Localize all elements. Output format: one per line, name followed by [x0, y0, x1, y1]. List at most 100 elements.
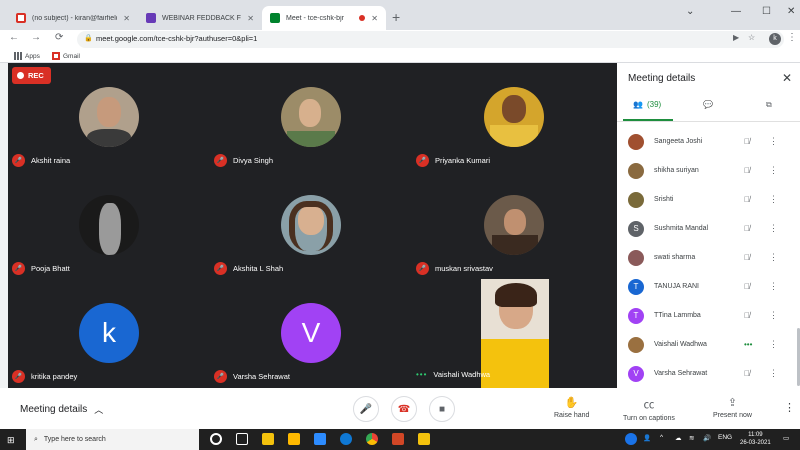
menu-icon[interactable]: ⋮ [787, 32, 797, 43]
powerpoint-icon[interactable] [392, 433, 404, 445]
user-icon[interactable]: 👤 [643, 434, 651, 442]
more-options-icon[interactable]: ⋮ [769, 165, 778, 176]
more-options-icon[interactable]: ⋮ [769, 194, 778, 205]
tab-activities[interactable]: ⧉ [766, 100, 772, 110]
participant-video [481, 279, 549, 388]
list-item[interactable]: Srishti 🎙̸ ⋮ [617, 185, 800, 214]
tab-chat[interactable]: 💬 [703, 100, 713, 109]
url-text[interactable]: meet.google.com/tce-cshk-bjr?authuser=0&… [96, 34, 257, 43]
lock-icon: 🔒 [84, 35, 93, 42]
tab-label: WEBINAR FEDDBACK FORM (26/ [162, 14, 241, 22]
list-item[interactable]: T TANUJA RANI 🎙̸ ⋮ [617, 272, 800, 301]
bookmark-apps[interactable]: Apps [14, 52, 40, 60]
divider [617, 121, 800, 122]
mic-off-icon: 🎤 [214, 154, 227, 167]
mic-off-icon: 🎙̸ [744, 224, 750, 233]
close-icon[interactable]: ✕ [247, 14, 254, 23]
more-options-icon[interactable]: ⋮ [769, 281, 778, 292]
participant-list: Sangeeta Joshi 🎙̸ ⋮ shikha suriyan 🎙̸ ⋮ … [617, 127, 800, 388]
chevron-up-icon[interactable]: ^ [660, 434, 663, 441]
clock-time: 11:09 [748, 432, 763, 438]
address-bar[interactable]: 🔒 meet.google.com/tce-cshk-bjr?authuser=… [77, 31, 784, 48]
avatar [628, 191, 644, 208]
avatar [281, 195, 341, 255]
tab-people[interactable]: 👥 (39) [633, 100, 661, 109]
close-icon[interactable]: ✕ [371, 14, 378, 23]
leave-call-button[interactable]: ☎ [391, 396, 417, 422]
mic-off-icon: 🎤 [12, 370, 25, 383]
more-options-icon[interactable]: ⋮ [769, 339, 778, 350]
captions-button[interactable]: ㏄ Turn on captions [623, 396, 675, 422]
sticky-notes-icon[interactable] [418, 433, 430, 445]
microphone-button[interactable]: 🎤 [353, 396, 379, 422]
more-options-icon[interactable]: ⋮ [769, 310, 778, 321]
list-item[interactable]: shikha suriyan 🎙̸ ⋮ [617, 156, 800, 185]
forward-icon[interactable]: → [31, 32, 41, 43]
profile-dropdown-icon[interactable]: ⌄ [686, 6, 694, 17]
more-options-icon[interactable]: ⋮ [769, 368, 778, 379]
list-item[interactable]: T TTina Lammba 🎙̸ ⋮ [617, 301, 800, 330]
avatar [628, 133, 644, 150]
maximize-button[interactable]: ☐ [762, 6, 771, 17]
clock[interactable]: 11:09 26-03-2021 [740, 431, 771, 447]
close-icon[interactable]: ✕ [782, 71, 792, 85]
present-icon: ⇪ [727, 397, 738, 409]
help-icon[interactable] [625, 433, 637, 445]
windows-start-icon[interactable]: ⊞ [7, 435, 15, 446]
more-options-icon[interactable]: ⋮ [784, 401, 795, 414]
cloud-icon[interactable]: ☁ [675, 434, 682, 442]
present-now-button[interactable]: ⇪ Present now [713, 396, 752, 419]
language-indicator[interactable]: ENG [718, 434, 732, 441]
participant-name-tag: 🎤 Akshit raina [12, 154, 70, 167]
close-icon[interactable]: ✕ [123, 14, 130, 23]
more-options-icon[interactable]: ⋮ [769, 252, 778, 263]
window-close-button[interactable]: ✕ [787, 6, 795, 17]
participant-name-tag: 🎤 Varsha Sehrawat [214, 370, 290, 383]
file-explorer-icon[interactable] [262, 433, 274, 445]
list-item[interactable]: Sangeeta Joshi 🎙̸ ⋮ [617, 127, 800, 156]
list-item[interactable]: swati sharma 🎙̸ ⋮ [617, 243, 800, 272]
tab-meet[interactable]: Meet - tce-cshk-bjr ✕ [262, 6, 386, 30]
edge-icon[interactable] [340, 433, 352, 445]
zoom-icon[interactable] [314, 433, 326, 445]
camera-button[interactable]: ■ [429, 396, 455, 422]
chrome-icon[interactable] [366, 433, 378, 445]
back-icon[interactable]: ← [9, 32, 19, 43]
store-icon[interactable] [288, 433, 300, 445]
meeting-details-label: Meeting details [20, 404, 88, 415]
speaking-indicator-icon: ••• [744, 340, 753, 349]
participant-name: swati sharma [654, 254, 696, 261]
bookmark-gmail[interactable]: Gmail [52, 52, 80, 60]
star-icon[interactable]: ☆ [748, 33, 755, 42]
notifications-icon[interactable]: ▭ [783, 434, 789, 442]
list-item[interactable]: Vaishali Wadhwa ••• ⋮ [617, 330, 800, 359]
mic-off-icon: 🎙̸ [744, 137, 750, 146]
tab-forms[interactable]: WEBINAR FEDDBACK FORM (26/ ✕ [138, 6, 262, 30]
participant-name: Sushmita Mandal [654, 225, 709, 232]
task-view-icon[interactable] [236, 433, 248, 445]
new-tab-button[interactable]: + [392, 9, 400, 25]
raise-hand-button[interactable]: ✋ Raise hand [554, 396, 589, 419]
meeting-stage: REC 🎤 Akshit raina 🎤 Divya Singh 🎤 Priyanka… [8, 63, 615, 388]
chevron-up-icon: ︿ [94, 405, 104, 415]
profile-avatar[interactable]: k [769, 33, 781, 45]
list-item[interactable]: S Sushmita Mandal 🎙̸ ⋮ [617, 214, 800, 243]
gmail-icon [16, 13, 26, 23]
cortana-icon[interactable] [210, 433, 222, 445]
minimize-button[interactable]: — [731, 6, 741, 17]
list-item[interactable]: V Varsha Sehrawat 🎙̸ ⋮ [617, 359, 800, 388]
avatar [79, 195, 139, 255]
reload-icon[interactable]: ⟳ [55, 32, 63, 43]
camera-icon[interactable]: ▶ [733, 33, 739, 42]
volume-icon[interactable]: 🔊 [703, 434, 711, 442]
taskbar-search[interactable]: ⌕ Type here to search [26, 429, 199, 450]
bookmark-label: Apps [25, 52, 40, 60]
tab-gmail[interactable]: (no subject) - kiran@fairfieldcolle ✕ [8, 6, 138, 30]
avatar: T [628, 307, 644, 324]
meeting-details-button[interactable]: Meeting details ︿ [20, 403, 103, 416]
more-options-icon[interactable]: ⋮ [769, 223, 778, 234]
more-options-icon[interactable]: ⋮ [769, 136, 778, 147]
wifi-icon[interactable]: ≋ [689, 434, 694, 442]
participant-name: shikha suriyan [654, 167, 699, 174]
mic-off-icon: 🎤 [214, 370, 227, 383]
